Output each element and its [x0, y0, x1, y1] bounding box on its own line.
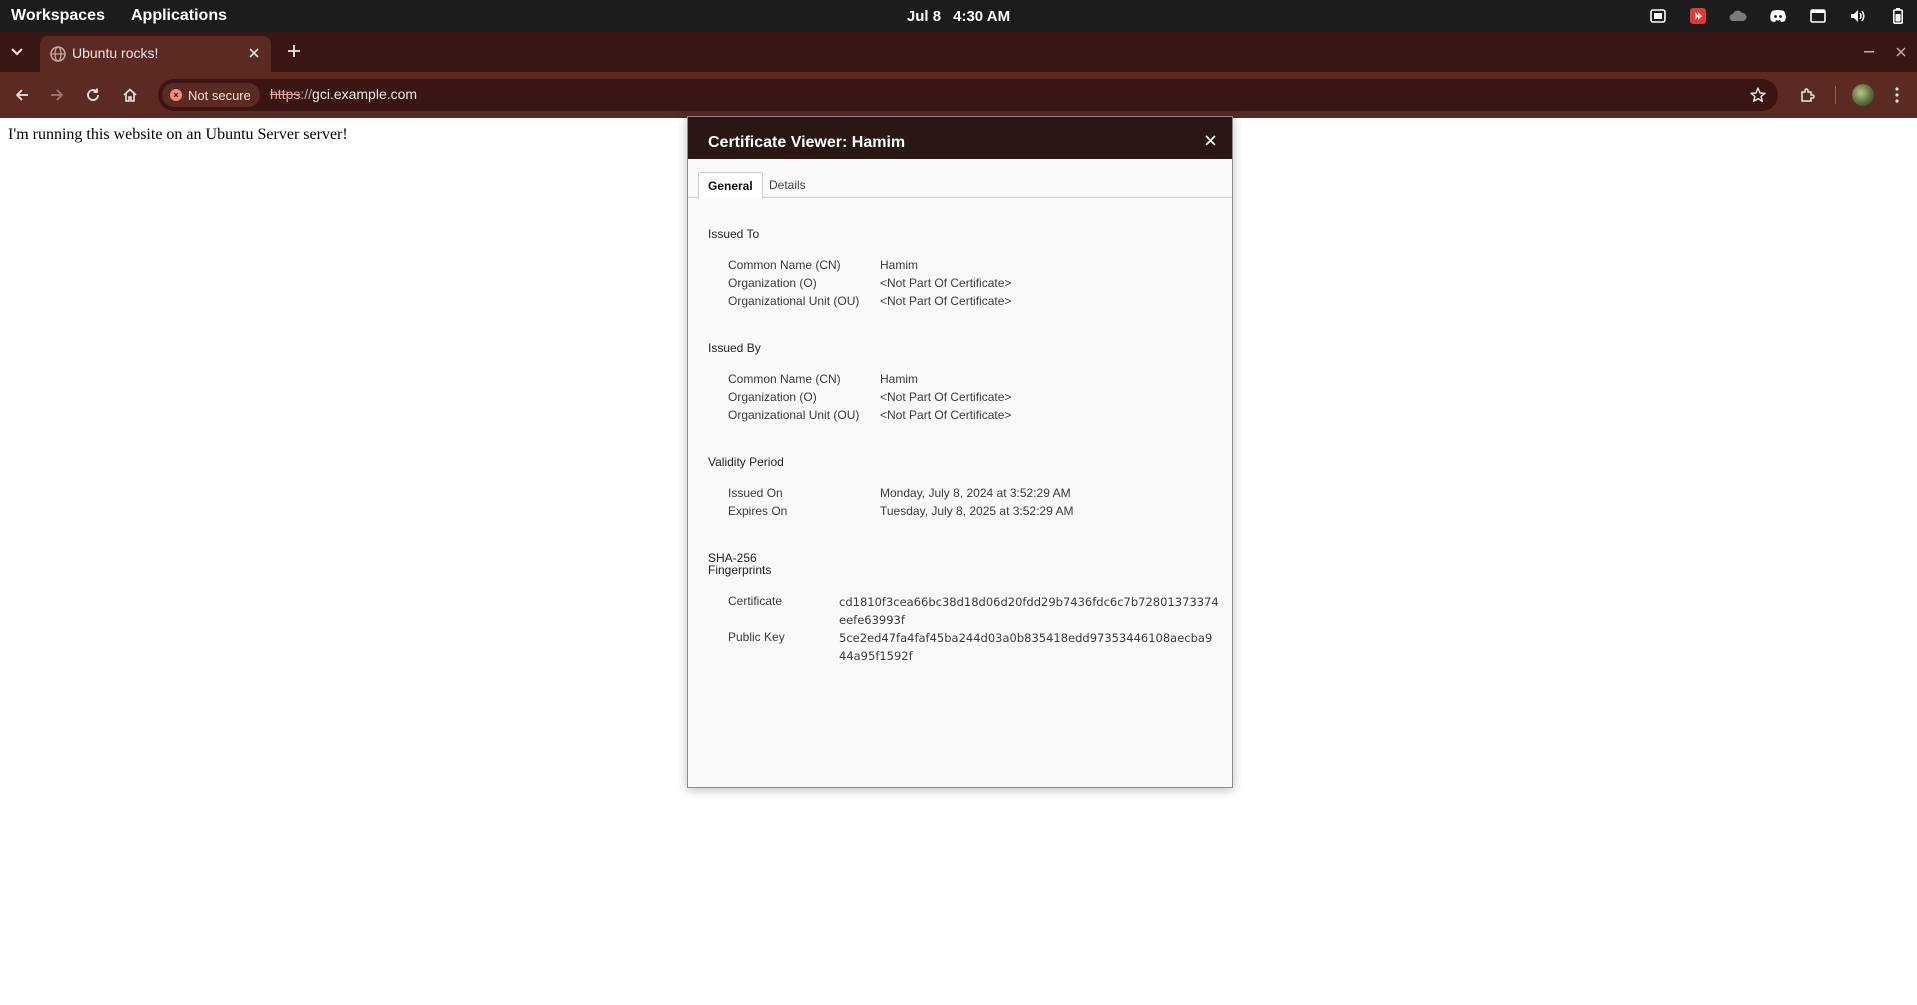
clock: Jul 8 4:30 AM [0, 0, 1917, 32]
back-icon[interactable] [10, 83, 34, 107]
field-value: Hamim [880, 258, 918, 272]
dialog-tabs: General Details [688, 172, 1232, 199]
browser-tab[interactable]: Ubuntu rocks! [40, 36, 271, 72]
issued-to-heading: Issued To [708, 227, 760, 241]
field-label: Issued On [728, 486, 783, 500]
tab-title: Ubuntu rocks! [72, 45, 159, 61]
system-tray [1649, 0, 1907, 32]
cloud-tray-icon[interactable] [1729, 7, 1747, 25]
close-window-icon[interactable] [1891, 42, 1911, 62]
battery-icon[interactable] [1889, 7, 1907, 25]
fingerprints-heading-line2: Fingerprints [708, 563, 772, 577]
certificate-fingerprint-value: cd1810f3cea66bc38d18d06d20fdd29b7436fdc6… [839, 595, 1219, 627]
url-separator: :// [300, 86, 313, 102]
issued-by-heading: Issued By [708, 341, 761, 355]
tab-details[interactable]: Details [760, 172, 815, 198]
new-tab-button[interactable] [283, 40, 305, 62]
field-value: <Not Part Of Certificate> [880, 294, 1012, 308]
reload-icon[interactable] [81, 83, 105, 107]
discord-tray-icon[interactable] [1769, 7, 1787, 25]
profile-avatar[interactable] [1852, 84, 1874, 106]
home-icon[interactable] [118, 83, 142, 107]
field-value: Monday, July 8, 2024 at 3:52:29 AM [880, 486, 1071, 500]
volume-icon[interactable] [1849, 7, 1867, 25]
validity-heading: Validity Period [708, 455, 784, 469]
field-label: Common Name (CN) [728, 372, 841, 386]
toolbar-divider [1835, 86, 1836, 104]
field-value: Tuesday, July 8, 2025 at 3:52:29 AM [880, 504, 1074, 518]
browser-tab-strip: Ubuntu rocks! [0, 32, 1917, 72]
system-top-bar: Workspaces Applications Jul 8 4:30 AM [0, 0, 1917, 32]
field-value: <Not Part Of Certificate> [880, 390, 1012, 404]
close-icon[interactable] [1202, 132, 1218, 148]
field-label: Organizational Unit (OU) [728, 408, 860, 422]
address-bar[interactable]: × Not secure https://gci.example.com [158, 79, 1778, 111]
keyboard-layout-icon[interactable] [1809, 7, 1827, 25]
url-host: gci.example.com [312, 86, 418, 102]
browser-toolbar: × Not secure https://gci.example.com [0, 72, 1917, 118]
url-scheme: https [270, 86, 301, 102]
extensions-puzzle-icon[interactable] [1797, 84, 1819, 106]
field-label: Certificate [728, 594, 783, 608]
page-body-text: I'm running this website on an Ubuntu Se… [8, 126, 348, 143]
applications-menu[interactable]: Applications [131, 7, 227, 25]
field-label: Common Name (CN) [728, 258, 841, 272]
fingerprints-heading: SHA-256 Fingerprints [708, 552, 771, 576]
certificate-viewer-dialog: Certificate Viewer: Hamim General Detail… [687, 116, 1233, 788]
field-label: Organization (O) [728, 276, 817, 290]
clock-date[interactable]: Jul 8 [907, 8, 941, 25]
field-label: Expires On [728, 504, 788, 518]
workspaces-menu[interactable]: Workspaces [11, 7, 105, 25]
globe-icon [50, 46, 66, 62]
security-chip[interactable]: × Not secure [162, 83, 260, 107]
public-key-fingerprint-value: 5ce2ed47fa4faf45ba244d03a0b835418edd9735… [839, 631, 1213, 663]
forward-icon[interactable] [45, 83, 69, 107]
tab-general[interactable]: General [698, 172, 763, 199]
field-value: Hamim [880, 372, 918, 386]
field-value: <Not Part Of Certificate> [880, 276, 1012, 290]
field-value: <Not Part Of Certificate> [880, 408, 1012, 422]
minimize-window-icon[interactable] [1859, 42, 1879, 62]
not-secure-icon: × [170, 89, 182, 101]
bookmark-star-icon[interactable] [1748, 85, 1768, 105]
security-chip-label: Not secure [188, 87, 251, 103]
kebab-menu-icon[interactable] [1886, 84, 1908, 106]
tab-search-button[interactable] [6, 41, 28, 63]
anydesk-tray-icon[interactable] [1689, 7, 1707, 25]
field-label: Organization (O) [728, 390, 817, 404]
clock-time[interactable]: 4:30 AM [953, 8, 1010, 25]
url-text[interactable]: https://gci.example.com [270, 86, 417, 102]
dialog-title: Certificate Viewer: Hamim [708, 134, 906, 151]
teamviewer-tray-icon[interactable] [1649, 7, 1667, 25]
field-label: Organizational Unit (OU) [728, 294, 860, 308]
field-label: Public Key [728, 630, 785, 644]
dialog-header: Certificate Viewer: Hamim [688, 117, 1232, 159]
close-tab-icon[interactable] [245, 44, 263, 62]
